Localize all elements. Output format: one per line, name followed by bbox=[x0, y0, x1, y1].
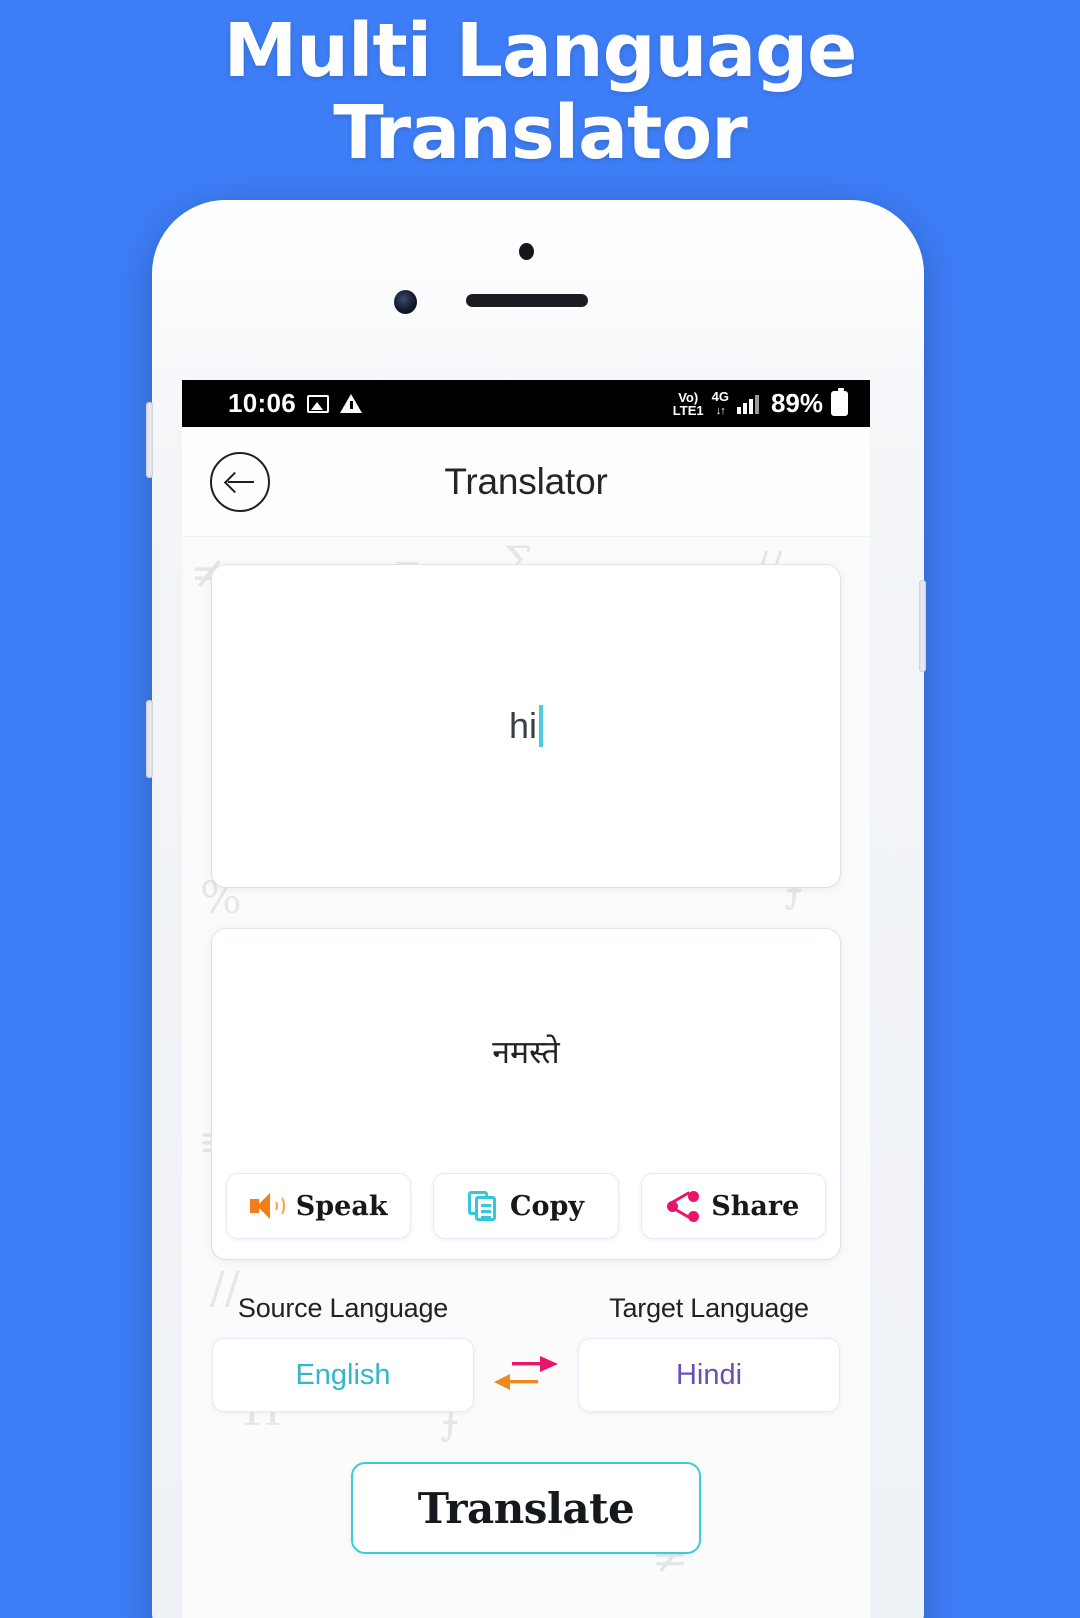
share-icon bbox=[667, 1191, 700, 1222]
target-language-value: Hindi bbox=[675, 1358, 743, 1391]
source-language-group: Source Language English bbox=[212, 1293, 474, 1412]
translated-text: नमस्ते bbox=[492, 1032, 560, 1071]
output-text-area: नमस्ते bbox=[212, 929, 840, 1173]
copy-button[interactable]: Copy bbox=[433, 1173, 619, 1239]
speaker-icon bbox=[249, 1192, 285, 1220]
app-bar-title: Translator bbox=[444, 460, 608, 502]
earpiece-speaker-icon bbox=[466, 294, 588, 307]
input-text-value: hi bbox=[508, 705, 544, 747]
target-language-select[interactable]: Hindi bbox=[578, 1338, 840, 1412]
translate-button[interactable]: Translate bbox=[351, 1462, 701, 1554]
translated-text-card: नमस्ते Speak Copy Share bbox=[212, 929, 840, 1259]
translator-content: ≠ Σ Σ // % ⨍ ≡ Σ // ∏ ⨍ ≠ hi नमस्ते bbox=[182, 537, 870, 1618]
promo-title-line1: Multi Language bbox=[223, 8, 858, 94]
action-buttons-row: Speak Copy Share bbox=[212, 1173, 840, 1259]
power-button[interactable] bbox=[919, 580, 926, 672]
target-language-label: Target Language bbox=[609, 1293, 809, 1323]
photo-icon bbox=[307, 394, 329, 413]
status-time: 10:06 bbox=[228, 388, 296, 418]
battery-icon bbox=[831, 388, 848, 416]
network-arrows: ↓↑ bbox=[715, 404, 726, 417]
volte-bottom: LTE1 bbox=[672, 402, 704, 418]
copy-icon bbox=[467, 1191, 498, 1221]
app-bar: Translator bbox=[182, 427, 870, 537]
volume-down-button[interactable] bbox=[146, 700, 153, 778]
promo-title-line2: Translator bbox=[333, 90, 748, 176]
status-bar-left: 10:06 bbox=[228, 388, 362, 419]
volte-icon: Vo) LTE1 bbox=[673, 391, 704, 417]
speak-button[interactable]: Speak bbox=[226, 1173, 412, 1239]
phone-screen: 10:06 Vo) LTE1 4G ↓↑ 89% Translator ≠ Σ … bbox=[182, 380, 870, 1618]
source-language-value: English bbox=[295, 1358, 391, 1391]
page-title: Multi Language Translator bbox=[0, 14, 1080, 170]
battery-percent: 89% bbox=[770, 388, 823, 418]
copy-button-label: Copy bbox=[509, 1190, 585, 1222]
front-camera-icon bbox=[394, 290, 417, 314]
signal-bars-icon bbox=[736, 394, 759, 414]
target-language-group: Target Language Hindi bbox=[578, 1293, 840, 1412]
back-button[interactable] bbox=[210, 451, 270, 512]
source-text-input[interactable]: hi bbox=[212, 565, 840, 887]
input-text: hi bbox=[508, 705, 538, 746]
share-button-label: Share bbox=[711, 1190, 800, 1222]
swap-arrow-left-icon bbox=[494, 1374, 538, 1390]
swap-arrow-right-icon bbox=[512, 1356, 558, 1372]
translate-button-label: Translate bbox=[417, 1483, 635, 1533]
promo-header: Multi Language Translator bbox=[0, 0, 1080, 170]
text-cursor bbox=[539, 705, 544, 747]
swap-languages-button[interactable] bbox=[494, 1346, 558, 1398]
speak-button-label: Speak bbox=[295, 1190, 388, 1222]
network-label: 4G bbox=[711, 388, 729, 404]
status-bar-right: Vo) LTE1 4G ↓↑ 89% bbox=[673, 388, 848, 419]
back-arrow-icon bbox=[224, 471, 256, 493]
warning-icon bbox=[340, 394, 362, 413]
source-language-select[interactable]: English bbox=[212, 1338, 474, 1412]
share-button[interactable]: Share bbox=[640, 1173, 826, 1239]
language-selector-row: Source Language English Target Language bbox=[212, 1293, 840, 1412]
status-bar: 10:06 Vo) LTE1 4G ↓↑ 89% bbox=[182, 380, 870, 427]
proximity-sensor-icon bbox=[519, 243, 534, 260]
translate-button-wrap: Translate bbox=[212, 1462, 840, 1554]
network-type-icon: 4G ↓↑ bbox=[712, 390, 729, 418]
source-language-label: Source Language bbox=[237, 1293, 449, 1323]
volume-up-button[interactable] bbox=[146, 402, 153, 478]
